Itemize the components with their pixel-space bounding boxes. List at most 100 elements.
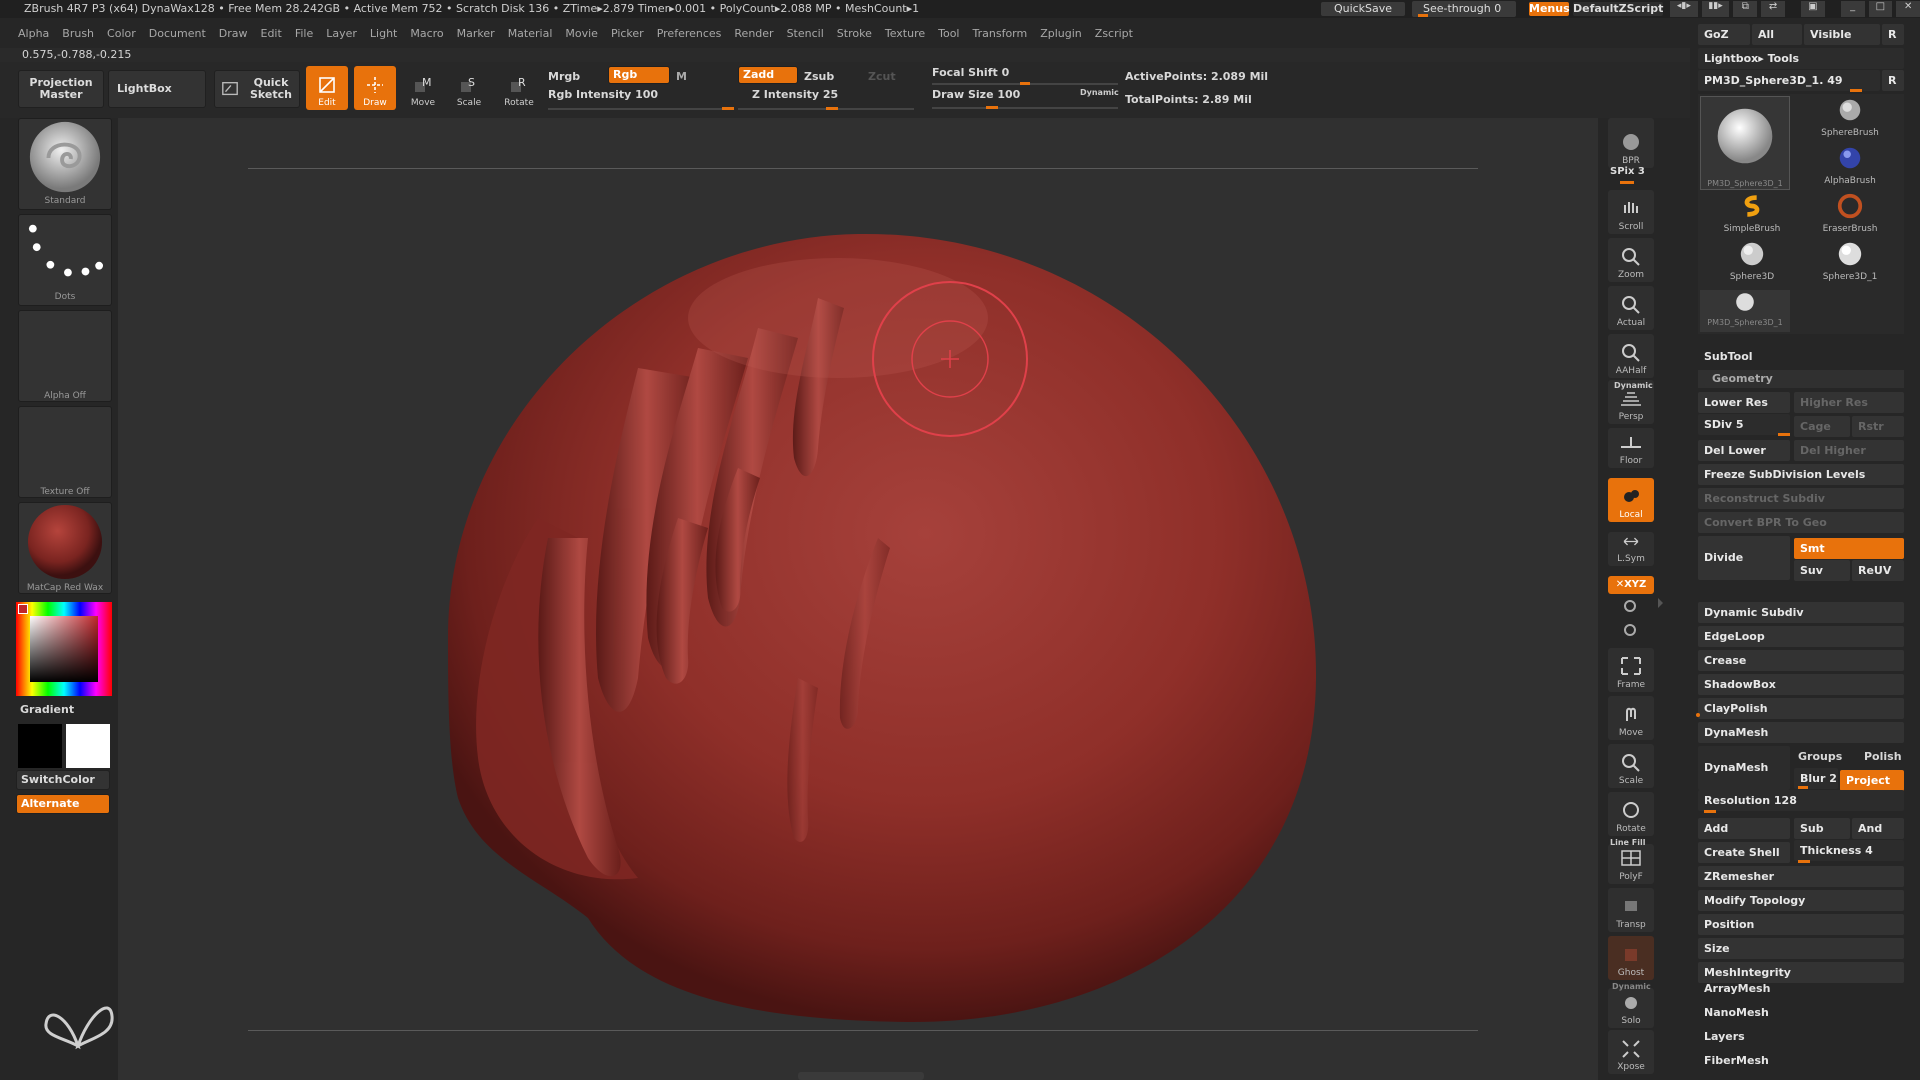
menu-preferences[interactable]: Preferences: [657, 27, 722, 40]
dynamic-subdiv-header[interactable]: Dynamic Subdiv: [1698, 602, 1904, 623]
menu-picker[interactable]: Picker: [611, 27, 644, 40]
rgb-toggle[interactable]: Rgb: [608, 66, 670, 84]
layout-switch-icon[interactable]: ⧉: [1733, 1, 1758, 17]
smt-toggle[interactable]: Smt: [1794, 538, 1904, 559]
menu-edit[interactable]: Edit: [261, 27, 282, 40]
menu-brush[interactable]: Brush: [62, 27, 94, 40]
xyz-symmetry-toggle[interactable]: ✕XYZ: [1608, 576, 1654, 594]
material-thumbnail[interactable]: MatCap Red Wax: [18, 502, 112, 594]
menu-draw[interactable]: Draw: [219, 27, 248, 40]
sculpt-mesh[interactable]: [118, 118, 1598, 1080]
see-through-slider[interactable]: See-through 0: [1412, 1, 1516, 17]
default-zscript-button[interactable]: DefaultZScript: [1572, 1, 1664, 17]
size-header[interactable]: Size: [1698, 938, 1904, 959]
lightbox-tools-button[interactable]: Lightbox▸ Tools: [1698, 48, 1904, 69]
cage-button[interactable]: Cage: [1794, 416, 1850, 437]
groups-toggle[interactable]: Groups: [1798, 750, 1842, 763]
draw-button[interactable]: Draw: [354, 66, 396, 110]
tool-eraser-brush[interactable]: EraserBrush: [1810, 192, 1890, 240]
reconstruct-subdiv-button[interactable]: Reconstruct Subdiv: [1698, 488, 1904, 509]
rgb-intensity-track[interactable]: [548, 108, 734, 110]
visible-button[interactable]: Visible: [1804, 24, 1880, 45]
menu-texture[interactable]: Texture: [885, 27, 925, 40]
right-shelf-frame-button[interactable]: Frame: [1608, 648, 1654, 692]
projection-master-button[interactable]: Projection Master: [18, 70, 104, 108]
polish-toggle[interactable]: Polish: [1864, 750, 1902, 763]
zadd-toggle[interactable]: Zadd: [738, 66, 798, 84]
arraymesh-header[interactable]: ArrayMesh: [1704, 982, 1770, 995]
right-shelf-transp-button[interactable]: Transp: [1608, 888, 1654, 932]
freeze-subdivision-button[interactable]: Freeze SubDivision Levels: [1698, 464, 1904, 485]
del-lower-button[interactable]: Del Lower: [1698, 440, 1790, 461]
thickness-slider[interactable]: Thickness 4: [1794, 840, 1904, 861]
current-tool-thumbnail[interactable]: PM3D_Sphere3D_1: [1700, 96, 1790, 190]
claypolish-header[interactable]: ClayPolish: [1698, 698, 1904, 719]
goz-button[interactable]: GoZ: [1698, 24, 1750, 45]
switchcolor-button[interactable]: SwitchColor: [16, 770, 110, 790]
create-shell-button[interactable]: Create Shell: [1698, 842, 1790, 863]
layers-header[interactable]: Layers: [1704, 1030, 1745, 1043]
texture-thumbnail[interactable]: Texture Off: [18, 406, 112, 498]
zremesher-header[interactable]: ZRemesher: [1698, 866, 1904, 887]
rotate-y-icon[interactable]: [1624, 600, 1636, 612]
menu-material[interactable]: Material: [508, 27, 553, 40]
zcut-toggle[interactable]: Zcut: [868, 70, 896, 83]
brush-thumbnail[interactable]: Standard: [18, 118, 112, 210]
tool-pm3d-sphere[interactable]: PM3D_Sphere3D_1: [1700, 290, 1790, 332]
right-shelf-scale-button[interactable]: Scale: [1608, 744, 1654, 788]
menu-color[interactable]: Color: [107, 27, 136, 40]
crease-header[interactable]: Crease: [1698, 650, 1904, 671]
close-icon[interactable]: ✕: [1896, 1, 1920, 17]
menu-stroke[interactable]: Stroke: [837, 27, 872, 40]
right-shelf-aahalf-button[interactable]: AAHalf: [1608, 334, 1654, 378]
menu-movie[interactable]: Movie: [565, 27, 598, 40]
right-shelf-floor-button[interactable]: Floor: [1608, 428, 1654, 468]
suv-toggle[interactable]: Suv: [1794, 560, 1850, 581]
menu-macro[interactable]: Macro: [410, 27, 443, 40]
dynamesh-button[interactable]: DynaMesh: [1698, 746, 1790, 790]
tool-alpha-brush[interactable]: AlphaBrush: [1810, 144, 1890, 192]
sdiv-slider[interactable]: SDiv 5: [1698, 414, 1790, 435]
nanomesh-header[interactable]: NanoMesh: [1704, 1006, 1769, 1019]
menu-file[interactable]: File: [295, 27, 313, 40]
scale-button[interactable]: S Scale: [448, 66, 490, 110]
menu-zscript[interactable]: Zscript: [1095, 27, 1133, 40]
layout-left-icon[interactable]: ◂▮▸: [1670, 1, 1698, 17]
right-shelf-actual-button[interactable]: Actual: [1608, 286, 1654, 330]
menu-stencil[interactable]: Stencil: [787, 27, 824, 40]
all-button[interactable]: All: [1752, 24, 1802, 45]
color-picker-field[interactable]: [30, 616, 98, 682]
modify-topology-header[interactable]: Modify Topology: [1698, 890, 1904, 911]
sub-button[interactable]: Sub: [1794, 818, 1850, 839]
lock-icon[interactable]: ▣: [1800, 1, 1825, 17]
right-shelf-lsym-button[interactable]: L.Sym: [1608, 532, 1654, 566]
menu-marker[interactable]: Marker: [457, 27, 495, 40]
shadowbox-header[interactable]: ShadowBox: [1698, 674, 1904, 695]
rotate-z-icon[interactable]: [1624, 624, 1636, 636]
right-shelf-solo-button[interactable]: Solo: [1608, 988, 1654, 1028]
m-toggle[interactable]: M: [676, 70, 687, 83]
quick-sketch-button[interactable]: Quick Sketch: [214, 70, 300, 108]
add-button[interactable]: Add: [1698, 818, 1790, 839]
draw-size-track[interactable]: [932, 107, 1118, 109]
edgeloop-header[interactable]: EdgeLoop: [1698, 626, 1904, 647]
layout-swap-icon[interactable]: ⇄: [1761, 1, 1785, 17]
alpha-thumbnail[interactable]: Alpha Off: [18, 310, 112, 402]
tool-sphere-brush[interactable]: SphereBrush: [1810, 96, 1890, 144]
right-shelf-local-button[interactable]: Local: [1608, 478, 1654, 522]
goz-r-button[interactable]: R: [1882, 24, 1904, 45]
spix-slider[interactable]: SPix 3: [1610, 166, 1645, 177]
position-header[interactable]: Position: [1698, 914, 1904, 935]
lower-res-button[interactable]: Lower Res: [1698, 392, 1790, 413]
subtool-header[interactable]: SubTool: [1704, 350, 1753, 363]
menus-button[interactable]: Menus: [1528, 1, 1570, 17]
divide-button[interactable]: Divide: [1698, 536, 1790, 580]
main-color-swatch[interactable]: [18, 724, 62, 768]
right-shelf-ghost-button[interactable]: Ghost: [1608, 936, 1654, 980]
right-shelf-move-button[interactable]: Move: [1608, 696, 1654, 740]
gradient-label[interactable]: Gradient: [20, 703, 74, 716]
mrgb-toggle[interactable]: Mrgb: [548, 70, 580, 83]
minimize-icon[interactable]: _: [1840, 1, 1865, 17]
and-button[interactable]: And: [1852, 818, 1904, 839]
reuv-button[interactable]: ReUV: [1852, 560, 1904, 581]
